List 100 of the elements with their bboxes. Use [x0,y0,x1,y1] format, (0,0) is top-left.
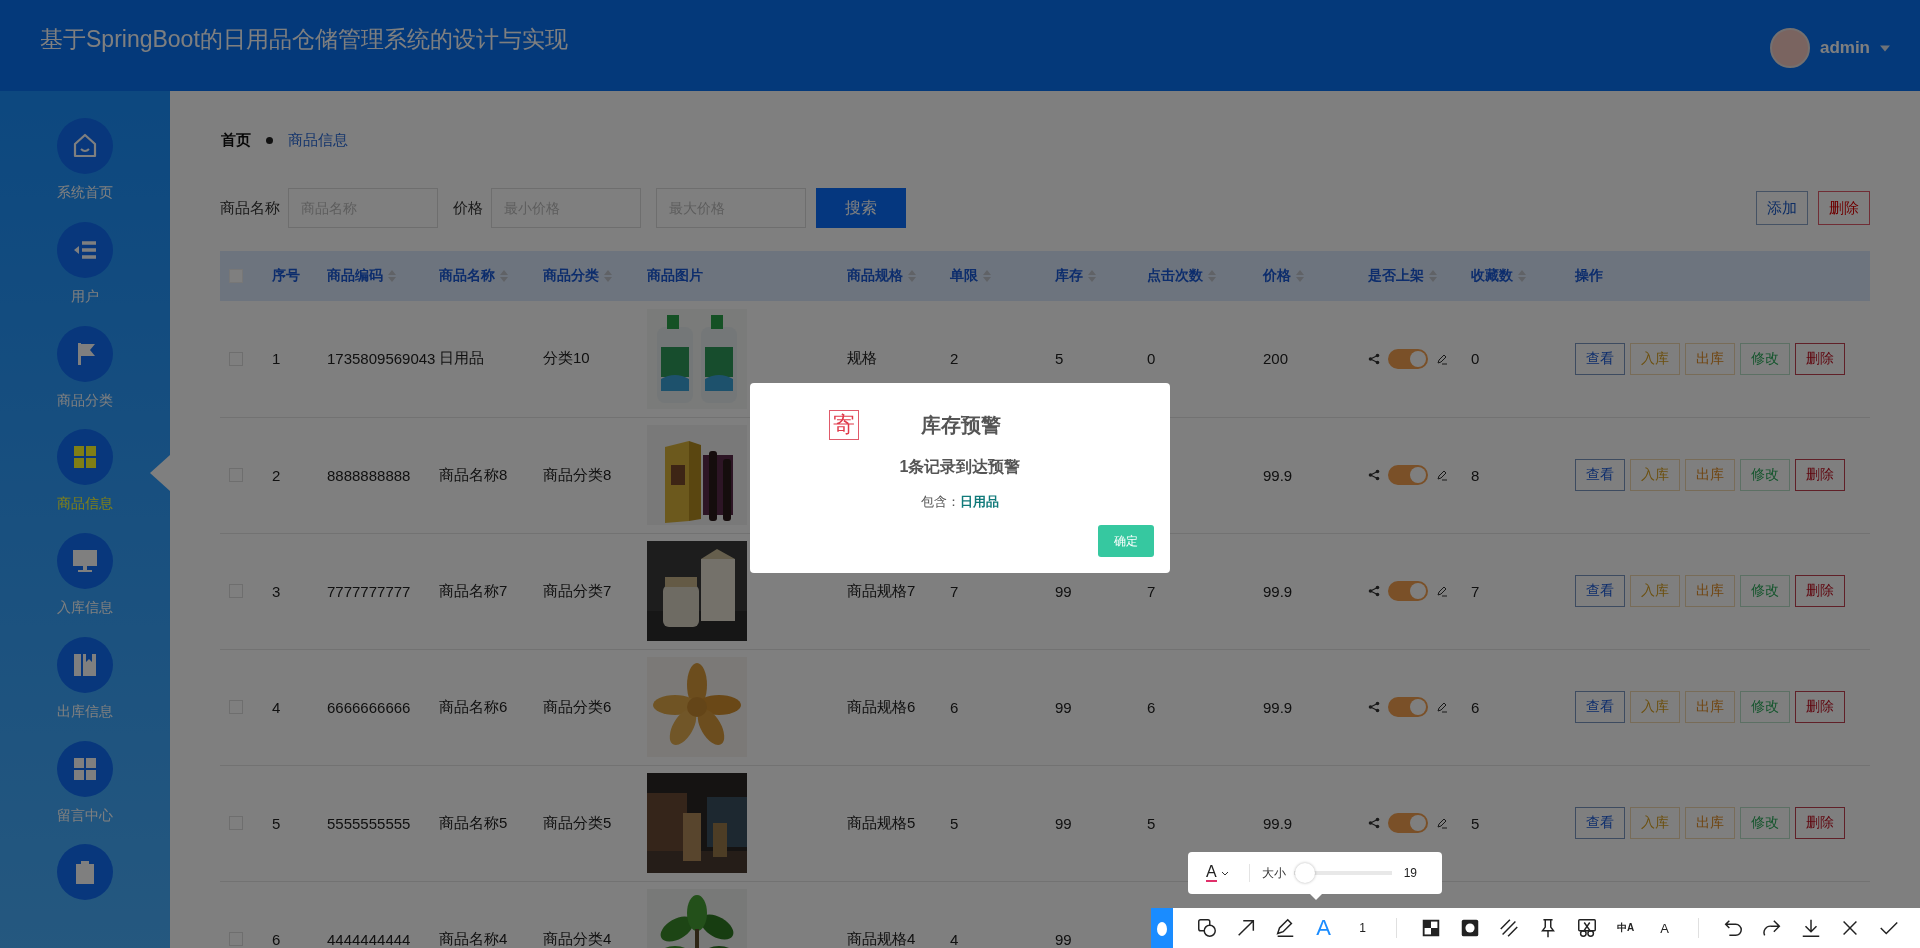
table-cell: 99.9 [1263,698,1293,716]
breadcrumb-link[interactable]: 首页 [221,130,251,150]
column-header[interactable]: 商品图片 [647,267,703,285]
table-cell: 商品分类5 [543,813,612,831]
table-cell: 6 [1147,698,1156,716]
ocr-tool[interactable]: A [1653,917,1676,939]
table-cell: 99.9 [1263,582,1293,600]
translate-tool[interactable]: 中A [1614,917,1637,939]
action-button[interactable]: 入库 [1630,342,1680,375]
action-button[interactable]: 查看 [1575,807,1625,839]
column-header[interactable]: 商品分类 [543,267,612,285]
column-header[interactable]: 操作 [1575,267,1603,285]
action-button[interactable]: 删除 [1795,807,1845,839]
table-cell: 1735809569043 [327,350,436,368]
column-header[interactable]: 是否上架 [1368,267,1437,285]
table-cell: 7 [1147,582,1156,600]
action-button[interactable]: 修改 [1740,459,1790,491]
table-cell: 99 [1055,814,1072,832]
search-button[interactable]: 搜索 [816,188,906,228]
action-button[interactable]: 修改 [1740,342,1790,375]
add-button[interactable]: 添加 [1756,191,1808,225]
menu-item-label[interactable]: 用户 [71,287,99,306]
dialog-message: 1条记录到达预警 [899,457,1021,477]
size-value: 19 [1403,866,1418,880]
action-button[interactable]: 出库 [1685,691,1735,723]
table-cell: 0 [1471,350,1480,368]
action-button[interactable]: 入库 [1630,691,1680,723]
size-label: 大小 [1261,864,1286,882]
table-cell: 6 [272,930,281,948]
confirm-button[interactable]: 确定 [1098,525,1154,557]
menu-item-label[interactable]: 系统首页 [57,184,113,202]
table-cell: 商品规格7 [847,581,916,599]
table-cell: 200 [1263,350,1289,368]
action-button[interactable]: 删除 [1795,575,1845,607]
menu-item-label[interactable]: 留言中心 [57,806,113,825]
action-button[interactable]: 修改 [1740,575,1790,607]
breadcrumb-link[interactable]: 商品信息 [288,130,348,150]
menu-item-label[interactable]: 入库信息 [57,599,113,617]
column-header[interactable]: 收藏数 [1471,267,1526,285]
table-cell: 6 [950,698,959,716]
action-button[interactable]: 修改 [1740,807,1790,839]
table-cell: 7 [1471,582,1480,600]
column-header[interactable]: 序号 [272,267,300,285]
table-cell: 商品分类6 [543,697,612,715]
menu-item-label[interactable]: 出库信息 [57,702,113,721]
action-button[interactable]: 入库 [1630,807,1680,839]
menu-item-label[interactable]: 商品分类 [57,391,113,410]
field-label: 价格 [453,198,483,218]
user-name[interactable]: admin [1819,38,1870,58]
action-button[interactable]: 删除 [1795,459,1845,491]
text-tool[interactable]: A [1312,917,1335,939]
table-cell: 规格 [847,349,877,367]
table-cell: 5 [950,814,959,832]
table-cell: 7 [950,582,959,600]
column-header[interactable]: 单限 [950,267,991,285]
table-cell: 2 [950,350,959,368]
menu-item-label[interactable]: 商品信息 [57,495,113,514]
action-button[interactable]: 修改 [1740,691,1790,723]
dialog-title: 库存预警 [921,412,1001,438]
action-button[interactable]: 入库 [1630,459,1680,491]
delete-button[interactable]: 删除 [1818,191,1870,225]
font-color-button[interactable]: A [1206,864,1229,882]
table-cell: 99.9 [1263,814,1293,832]
column-header[interactable]: 商品规格 [847,267,916,285]
action-button[interactable]: 出库 [1685,575,1735,607]
column-header[interactable]: 点击次数 [1147,267,1216,285]
number-tool[interactable]: 1 [1351,917,1374,939]
table-cell: 5555555555 [327,814,411,832]
action-button[interactable]: 出库 [1685,459,1735,491]
table-cell: 99 [1055,582,1072,600]
action-button[interactable]: 入库 [1630,575,1680,607]
table-cell: 6666666666 [327,698,411,716]
column-header[interactable]: 价格 [1263,267,1304,285]
action-button[interactable]: 删除 [1795,691,1845,723]
table-cell: 7777777777 [327,582,411,600]
table-cell: 商品分类7 [543,581,612,599]
table-cell: 2 [272,466,281,484]
column-header[interactable]: 商品编码 [327,267,396,285]
column-header[interactable]: 库存 [1055,267,1096,285]
table-cell: 5 [1055,350,1064,368]
table-cell: 6 [1471,698,1480,716]
action-button[interactable]: 删除 [1795,342,1845,375]
action-button[interactable]: 出库 [1685,342,1735,375]
action-button[interactable]: 查看 [1575,459,1625,491]
action-button[interactable]: 查看 [1575,691,1625,723]
action-button[interactable]: 出库 [1685,807,1735,839]
table-cell: 日用品 [439,349,484,367]
table-cell: 99 [1055,698,1072,716]
table-cell: 4 [272,698,281,716]
table-cell: 商品名称4 [439,929,508,947]
action-button[interactable]: 查看 [1575,342,1625,375]
table-cell: 5 [1147,814,1156,832]
table-cell: 商品名称7 [439,581,508,599]
action-button[interactable]: 查看 [1575,575,1625,607]
table-cell: 5 [1471,814,1480,832]
table-cell: 4444444444 [327,930,411,948]
table-cell: 3 [272,582,281,600]
table-cell: 0 [1147,350,1156,368]
column-header[interactable]: 商品名称 [439,267,508,285]
app-title: 基于SpringBoot的日用品仓储管理系统的设计与实现 [40,25,568,54]
